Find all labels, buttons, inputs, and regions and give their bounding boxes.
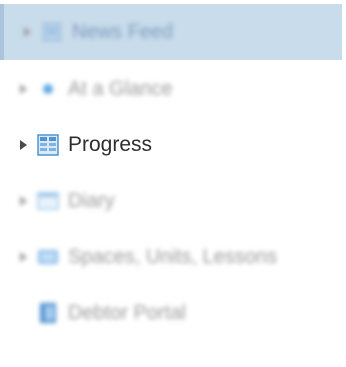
folder-icon bbox=[37, 247, 59, 267]
expand-arrow-icon[interactable] bbox=[20, 84, 27, 94]
nav-item-spaces-units-lessons[interactable]: Spaces, Units, Lessons bbox=[0, 229, 342, 285]
nav-item-diary[interactable]: Diary bbox=[0, 173, 342, 229]
nav-item-label: At a Glance bbox=[68, 77, 173, 100]
nav-item-label: Diary bbox=[68, 189, 115, 212]
expand-arrow-icon[interactable] bbox=[20, 196, 27, 206]
nav-item-label: Progress bbox=[68, 133, 153, 156]
nav-item-at-a-glance[interactable]: At a Glance bbox=[0, 61, 342, 117]
glance-star-icon bbox=[37, 79, 59, 99]
expand-arrow-icon[interactable] bbox=[20, 140, 27, 150]
nav-item-news-feed[interactable]: News Feed bbox=[0, 4, 342, 60]
progress-table-icon bbox=[37, 134, 59, 156]
nav-item-label: Debtor Portal bbox=[68, 301, 186, 324]
calendar-icon bbox=[37, 191, 59, 211]
portal-book-icon bbox=[37, 303, 59, 323]
expand-arrow-icon[interactable] bbox=[20, 252, 27, 262]
nav-item-debtor-portal[interactable]: Debtor Portal bbox=[0, 285, 342, 341]
newspaper-icon bbox=[41, 22, 63, 42]
nav-item-label: Spaces, Units, Lessons bbox=[68, 245, 277, 268]
nav-item-label: News Feed bbox=[72, 20, 174, 43]
nav-item-progress[interactable]: Progress bbox=[0, 117, 342, 173]
expand-arrow-icon[interactable] bbox=[24, 27, 31, 37]
sidebar-nav: News Feed At a Glance Progress Diary Spa… bbox=[0, 0, 346, 367]
